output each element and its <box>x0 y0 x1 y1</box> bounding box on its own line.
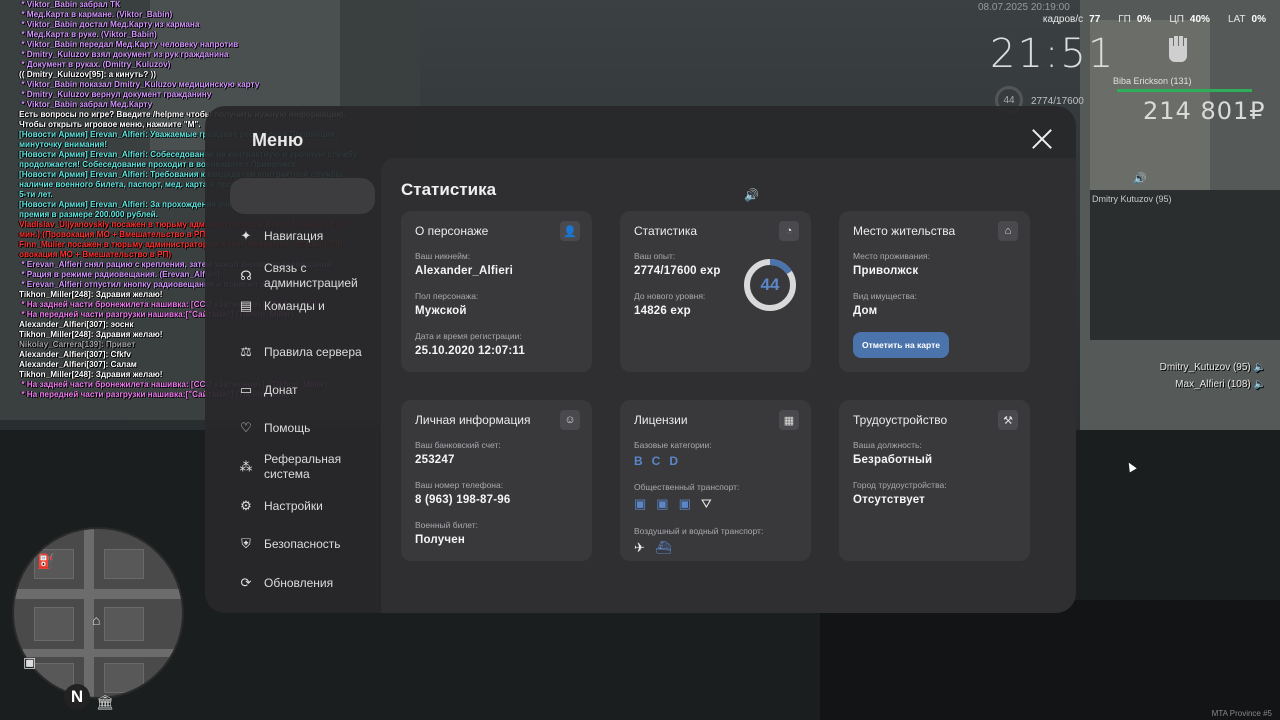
employment-card: Трудоустройство ⚒ Ваша должность: Безраб… <box>839 400 1030 561</box>
update-icon: ⟳ <box>240 575 252 590</box>
license-categories: B C D <box>634 454 679 468</box>
voice-list-item: Dmitry_Kutuzov (95) 🔈 <box>1159 362 1266 373</box>
house-icon: ⌂ <box>92 612 101 628</box>
fps-stat: кадров/с 77 <box>1042 14 1101 25</box>
stats-panel: Статистика 🔊 О персонаже 👤 Ваш никнейм: … <box>381 158 1076 613</box>
sidebar-item-updates[interactable]: ⟳ Обновления <box>238 575 388 591</box>
menu-title: Меню <box>252 130 304 150</box>
trolleybus-icon: ▣ <box>656 496 669 511</box>
gear-icon: ⚙ <box>240 498 252 513</box>
performance-stats: кадров/с 77 ГП 0% ЦП 40% LAT 0% <box>1043 14 1266 25</box>
building <box>1090 190 1280 340</box>
scales-icon: ⚖ <box>240 344 252 359</box>
sidebar-item-rules[interactable]: ⚖ Правила сервера <box>238 344 388 360</box>
user-icon: 👤 <box>560 221 580 241</box>
sound-icon[interactable]: 🔊 <box>744 188 759 202</box>
close-icon[interactable] <box>1031 128 1053 150</box>
smile-icon: ☺ <box>560 410 580 430</box>
chat-line: * Dmitry_Kuluzov взял документ из рук гр… <box>19 50 229 59</box>
sidebar-item-security[interactable]: ⛨ Безопасность <box>238 536 388 552</box>
pickaxe-icon: ⚒ <box>998 410 1018 430</box>
map-block <box>104 549 144 579</box>
navigation-icon: ✦ <box>240 228 252 243</box>
voice-list-item: Max_Alfieri (108) 🔈 <box>1175 379 1266 390</box>
tram-icon: ▣ <box>678 496 691 511</box>
gas-station-icon: ⛽ <box>37 553 55 569</box>
sidebar-item-referral[interactable]: ⁂ Реферальная система <box>238 452 388 482</box>
pie-chart-icon: ◔ <box>779 221 799 241</box>
sidebar-item-settings[interactable]: ⚙ Настройки <box>238 498 388 514</box>
donate-icon: ▭ <box>239 382 253 397</box>
character-card: О персонаже 👤 Ваш никнейм: Alexander_Alf… <box>401 211 592 372</box>
chat-line: * Документ в руках. (Dmitry_Kuluzov) <box>19 60 171 69</box>
sidebar-active-highlight <box>230 178 375 214</box>
hud-date: 08.07.2025 20:19:00 <box>978 2 1070 13</box>
server-label: MTA Province #5 <box>1211 709 1272 718</box>
game-clock: 21:51 <box>990 31 1116 77</box>
document-icon: ▦ <box>779 410 799 430</box>
commands-icon: ▤ <box>239 298 253 313</box>
bus-icon: ▣ <box>634 496 647 511</box>
speaker-icon: 🔊 <box>1133 173 1147 185</box>
experience-card: Статистика ◔ Ваш опыт: 2774/17600 exp До… <box>620 211 811 372</box>
sidebar-item-support[interactable]: ☊ Связь с администрацией <box>238 261 388 291</box>
page-title: Статистика <box>401 180 497 199</box>
nearby-player-tag: Dmitry Kutuzov (95) <box>1092 194 1172 204</box>
sidebar-item-commands[interactable]: ▤ Команды и <box>238 298 388 314</box>
headset-icon: ☊ <box>240 268 252 283</box>
chat-line: * Мед.Карта в руке. (Viktor_Babin) <box>19 30 157 39</box>
map-road <box>14 649 182 657</box>
money: 214 801₽ <box>1143 97 1266 125</box>
north-indicator: N <box>64 684 90 710</box>
personal-info-card: Личная информация ☺ Ваш банковский счет:… <box>401 400 592 561</box>
lat-stat: LAT 0% <box>1227 14 1266 25</box>
chat-line: * Dmitry_Kuluzov вернул документ граждан… <box>19 90 212 99</box>
bus-badge-icon: ⛛ <box>700 496 712 511</box>
gpu-stat: ГП 0% <box>1118 14 1152 25</box>
map-road <box>14 589 182 599</box>
chat-line: (( Dmitry_Kuluzov[95]: а кинуть? )) <box>19 70 156 79</box>
car <box>820 600 1280 720</box>
sidebar-item-donate[interactable]: ▭ Донат <box>238 382 388 398</box>
bank-icon: 🏛 <box>96 694 114 710</box>
voice-icon: 🔈 <box>1253 379 1266 390</box>
airplane-icon: ✈ <box>634 540 645 555</box>
map-block <box>34 607 74 641</box>
fist-icon <box>1169 36 1187 62</box>
cpu-stat: ЦП 40% <box>1169 14 1210 25</box>
health-bar <box>1117 89 1252 92</box>
chat-line: * Мед.Карта в кармане. (Viktor_Babin) <box>19 10 173 19</box>
boat-icon: ⛴ <box>654 540 672 555</box>
licenses-card: Лицензии ▦ Базовые категории: B C D Обще… <box>620 400 811 561</box>
public-transport-licenses: ▣ ▣ ▣ ⛛ <box>634 496 797 512</box>
map-block <box>104 663 144 693</box>
mark-on-map-button[interactable]: Отметить на карте <box>853 332 949 358</box>
home-icon: ⌂ <box>998 221 1018 241</box>
air-water-licenses: ✈ ⛴ <box>634 540 797 556</box>
residence-card: Место жительства ⌂ Место проживания: При… <box>839 211 1030 372</box>
shield-icon: ⛨ <box>241 536 251 551</box>
chat-line: * Viktor_Babin забрал ТК <box>19 0 120 9</box>
chat-line: * Viktor_Babin достал Мед.Карту из карма… <box>19 20 200 29</box>
heart-icon: ♡ <box>240 420 252 435</box>
voice-icon: 🔈 <box>1253 362 1266 373</box>
sidebar-item-navigation[interactable]: ✦ Навигация <box>238 228 388 244</box>
map-block <box>104 607 144 641</box>
chat-line: * Viktor_Babin показал Dmitry_Kuluzov ме… <box>19 80 260 89</box>
game-menu: Меню ✦ Навигация ☊ Связь с администрацией … <box>205 106 1076 613</box>
sidebar-item-help[interactable]: ♡ Помощь <box>238 420 388 436</box>
referral-icon: ⁂ <box>239 459 253 474</box>
level-value: 44 <box>760 275 780 294</box>
square-marker-icon: ▣ <box>23 654 37 670</box>
player-name: Biba Erickson (131) <box>1113 76 1192 86</box>
chat-line: * Viktor_Babin передал Мед.Карту человек… <box>19 40 239 49</box>
